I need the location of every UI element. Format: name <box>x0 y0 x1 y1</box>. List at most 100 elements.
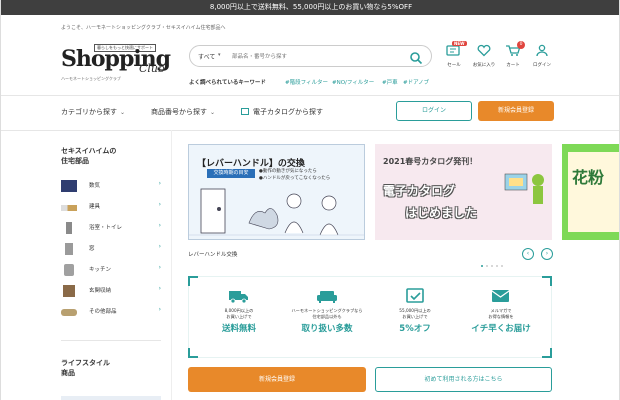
banner-main-text: 電子カタログ <box>383 184 456 198</box>
sidebar-item-label: キッチン <box>89 267 112 273</box>
header-divider <box>1 95 619 96</box>
category-thumbnail <box>63 285 75 297</box>
site-logo[interactable]: 暮らしをもっと快適にサポート Shopping Club ハーモネートショッピン… <box>61 38 181 88</box>
chevron-left-icon: ‹ <box>526 250 530 257</box>
book-icon <box>241 108 249 115</box>
banner-lever-handle[interactable]: 【レバーハンドル】の交換 交換時期の目安 ●動作の動きが気になったら ●ハンドル… <box>188 144 365 240</box>
login-button[interactable]: ログイン <box>396 101 472 121</box>
benefit-variety: ハーモネートショッピングクラブなら 住宅部品以外も 取り扱い多数 <box>287 288 367 334</box>
header-login-button[interactable]: ログイン <box>527 44 557 68</box>
header-cart-button[interactable]: 0 カート <box>498 41 528 68</box>
heart-icon <box>477 44 491 57</box>
banner-title: 【レバーハンドル】の交換 <box>197 159 305 169</box>
category-thumbnail <box>65 243 73 255</box>
header-icon-label: ログイン <box>533 63 551 68</box>
category-thumbnail <box>66 222 72 234</box>
benefit-note: 55,000円以上の お買い上げで <box>399 308 431 319</box>
cta-register-button[interactable]: 新規会員登録 <box>188 367 366 392</box>
benefit-note: ハーモネートショッピングクラブなら 住宅部品以外も <box>291 308 363 319</box>
banner-e-catalog[interactable]: 2021春号カタログ発刊！ 電子カタログ はじめました <box>375 144 552 240</box>
keyword-link[interactable]: #戸車 <box>382 78 398 86</box>
cta-first-time-button[interactable]: 初めて利用される方はこちら <box>375 367 552 392</box>
carousel-dot[interactable] <box>501 265 503 267</box>
register-button[interactable]: 新規会員登録 <box>478 101 554 121</box>
benefit-headline: イチ早くお届け <box>471 324 531 334</box>
nav-product-number[interactable]: 商品番号から探す ⌄ <box>151 107 215 117</box>
carousel-dot[interactable] <box>496 265 498 267</box>
sidebar-divider <box>61 340 161 341</box>
discount-icon <box>406 288 424 303</box>
nav-product-number-label: 商品番号から探す <box>151 108 207 116</box>
new-badge: NEW <box>452 41 467 46</box>
banner-box-label: 交換時期の目安 <box>207 169 255 178</box>
category-thumbnail <box>61 309 77 316</box>
category-thumbnail <box>61 180 77 192</box>
keywords-label: よく調べられているキーワード <box>189 80 266 86</box>
carousel-dot[interactable] <box>481 265 483 267</box>
chevron-right-icon: › <box>158 285 161 292</box>
chevron-down-icon: ⌄ <box>210 109 216 116</box>
banner-note: ●動作の動きが気になったら <box>259 169 317 174</box>
header-favorites-button[interactable]: お気に入り <box>469 44 499 68</box>
sidebar-item-4[interactable]: キッチン › <box>61 263 161 277</box>
sidebar-item-5[interactable]: 玄関収納 › <box>61 284 161 298</box>
chevron-right-icon: › <box>158 264 161 271</box>
benefit-free-shipping: 8,000円以上の お買い上げで 送料無料 <box>199 288 279 334</box>
chevron-right-icon: › <box>158 306 161 313</box>
corner-bracket <box>188 348 198 358</box>
header-sale-button[interactable]: NEW セール <box>439 41 469 68</box>
header-icon-label: カート <box>506 63 520 68</box>
logo-club: Club <box>139 62 166 75</box>
search-category-select[interactable]: すべて <box>198 52 215 61</box>
mail-icon <box>491 290 510 302</box>
search-icon[interactable] <box>409 50 423 65</box>
benefit-note: メルマガで お得な情報を <box>488 308 514 319</box>
chevron-down-icon: ▾ <box>218 52 221 58</box>
content-divider <box>171 130 172 400</box>
chevron-right-icon: › <box>158 243 161 250</box>
sidebar-item-label: 窓 <box>89 246 95 252</box>
corner-bracket <box>542 348 552 358</box>
sidebar-item-label: 建具 <box>89 204 101 210</box>
category-thumbnail <box>61 205 77 211</box>
chevron-right-icon: › <box>158 180 161 187</box>
nav-category[interactable]: カテゴリから探す ⌄ <box>61 107 125 117</box>
sidebar-more-thumb <box>61 396 161 400</box>
benefit-newsletter: メルマガで お得な情報を イチ早くお届け <box>461 288 541 334</box>
banner-caption: レバーハンドル交換 <box>188 252 238 258</box>
sofa-icon <box>317 291 337 303</box>
page: 8,000円以上で送料無料、55,000円以上のお買い物なら5%OFF ようこそ… <box>0 0 620 400</box>
corner-bracket <box>188 276 198 286</box>
chevron-right-icon: › <box>158 222 161 229</box>
announcement-bar: 8,000円以上で送料無料、55,000円以上のお買い物なら5%OFF <box>1 0 619 15</box>
carousel-dot[interactable] <box>491 265 493 267</box>
banner-pollen[interactable]: 花粉 <box>562 144 619 240</box>
keyword-link[interactable]: #NO/フィルター <box>332 78 374 86</box>
keyword-link[interactable]: #階段フィルター <box>285 78 328 86</box>
benefit-discount: 55,000円以上の お買い上げで 5%オフ <box>375 288 455 334</box>
search-input[interactable] <box>232 49 402 64</box>
nav-divider <box>1 130 619 131</box>
benefit-note: 8,000円以上の お買い上げで <box>224 308 254 319</box>
sidebar-item-3[interactable]: 窓 › <box>61 242 161 256</box>
category-thumbnail <box>64 264 74 276</box>
welcome-text: ようこそ、ハーモネートショッピングクラブ・セキスイハイム住宅部品へ <box>61 25 226 31</box>
banner-headline: 2021春号カタログ発刊！ <box>383 157 478 166</box>
banner-pollen-text: 花粉 <box>572 168 605 187</box>
carousel-prev-button[interactable]: ‹ <box>522 248 534 260</box>
carousel-next-button[interactable]: › <box>541 248 553 260</box>
sidebar-item-1[interactable]: 建具 › <box>61 200 161 214</box>
sidebar-item-2[interactable]: 浴室・トイレ › <box>61 221 161 235</box>
nav-category-label: カテゴリから探す <box>61 108 117 116</box>
sidebar-item-0[interactable]: 数気 › <box>61 179 161 193</box>
benefit-headline: 5%オフ <box>399 324 431 334</box>
header-icon-label: お気に入り <box>472 63 496 68</box>
carousel-dot[interactable] <box>486 265 488 267</box>
keyword-link[interactable]: #ドアノブ <box>403 78 429 86</box>
sidebar-heading-lifestyle: ライフスタイル 商品 <box>61 359 110 377</box>
sidebar-item-6[interactable]: その他部品 › <box>61 305 161 319</box>
benefit-headline: 取り扱い多数 <box>301 324 353 334</box>
catalog-illustration <box>504 173 544 204</box>
nav-catalog[interactable]: 電子カタログから探す <box>241 107 323 117</box>
carousel-dots <box>481 252 506 271</box>
